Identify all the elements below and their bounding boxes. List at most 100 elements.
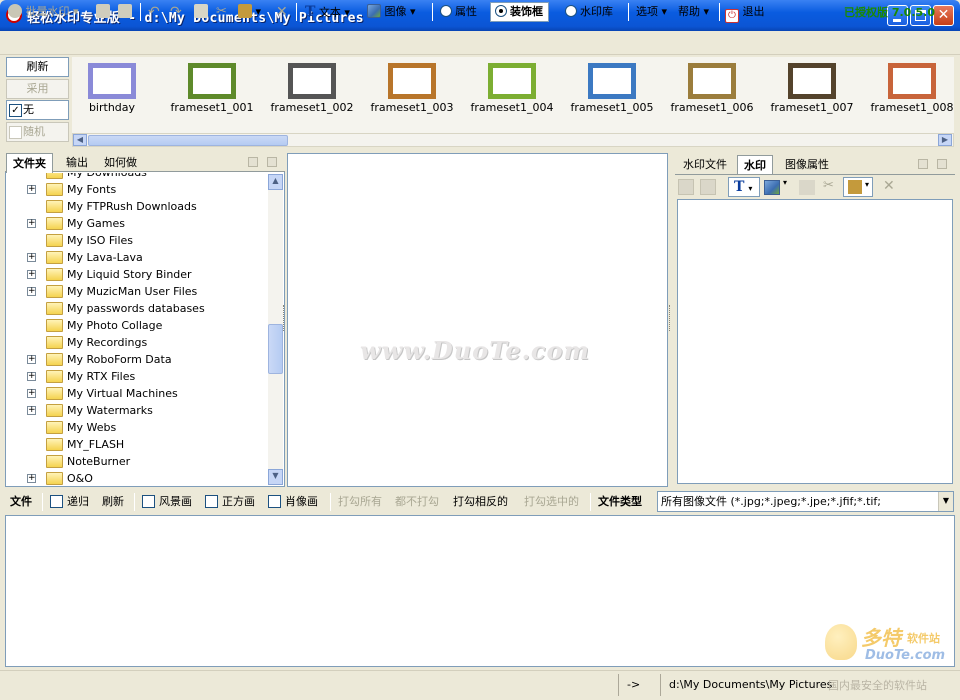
square-checkbox[interactable]: 正方画 bbox=[205, 493, 255, 511]
splitter-grip[interactable] bbox=[283, 305, 286, 331]
expand-icon[interactable]: + bbox=[27, 287, 36, 296]
chevron-down-icon[interactable]: ▾ bbox=[783, 178, 787, 187]
portrait-checkbox[interactable]: 肖像画 bbox=[268, 493, 318, 511]
tree-item[interactable]: My Photo Collage bbox=[6, 317, 268, 334]
watermark-lib-radio[interactable]: 水印库 bbox=[565, 3, 613, 21]
save-button[interactable] bbox=[96, 3, 110, 21]
pin-icon[interactable] bbox=[248, 157, 258, 167]
expand-icon[interactable]: + bbox=[27, 253, 36, 262]
apply-frame-button[interactable]: 采用 bbox=[6, 79, 69, 99]
print-button[interactable] bbox=[118, 3, 132, 21]
expand-icon[interactable]: + bbox=[27, 219, 36, 228]
close-pane-icon[interactable] bbox=[267, 157, 277, 167]
pin-icon[interactable] bbox=[918, 159, 928, 169]
properties-radio[interactable]: 属性 bbox=[440, 3, 477, 21]
invert-check-button[interactable]: 打勾相反的 bbox=[453, 493, 508, 511]
frame-thumbnail[interactable]: frameset1_005 bbox=[564, 57, 660, 133]
scissors-icon[interactable]: ✂ bbox=[823, 178, 834, 193]
batch-watermark-button[interactable]: 批量水印 ▾ bbox=[8, 3, 79, 21]
tree-item[interactable]: + My Watermarks bbox=[6, 402, 268, 419]
close-pane-icon[interactable] bbox=[937, 159, 947, 169]
frame-thumbnail[interactable]: frameset1_001 bbox=[164, 57, 260, 133]
frame-thumbnail[interactable]: frameset1_003 bbox=[364, 57, 460, 133]
tree-item[interactable]: + My Fonts bbox=[6, 181, 268, 198]
recurse-checkbox[interactable]: 递归 bbox=[50, 493, 89, 511]
tree-item[interactable]: + My RoboForm Data bbox=[6, 351, 268, 368]
paste-watermark-button[interactable]: ▾ bbox=[843, 177, 873, 197]
options-menu[interactable]: 选项 ▾ bbox=[636, 3, 667, 21]
refresh-gallery-button[interactable]: 刷新 bbox=[6, 57, 69, 77]
exit-button[interactable]: ⏻ 退出 bbox=[725, 3, 765, 23]
refresh-files-button[interactable]: 刷新 bbox=[102, 493, 124, 511]
tree-item[interactable]: MY_FLASH bbox=[6, 436, 268, 453]
tree-item[interactable]: My ISO Files bbox=[6, 232, 268, 249]
check-selected-button[interactable]: 打勾选中的 bbox=[524, 493, 579, 511]
folder-tree[interactable]: My Downloads + My Fonts My FTPRush Download… bbox=[6, 173, 268, 486]
frame-thumbnail[interactable]: frameset1_007 bbox=[764, 57, 860, 133]
scroll-left-arrow-icon[interactable]: ◀ bbox=[73, 134, 87, 146]
random-checkbox[interactable]: 随机 bbox=[6, 122, 69, 142]
file-list-panel[interactable] bbox=[5, 515, 955, 667]
image-menu-button[interactable]: 图像 ▾ bbox=[367, 3, 416, 21]
frame-thumbnail[interactable]: frameset1_006 bbox=[664, 57, 760, 133]
tree-item[interactable]: + My Liquid Story Binder bbox=[6, 266, 268, 283]
text-menu-button[interactable]: T 文本 ▾ bbox=[305, 3, 350, 21]
undo-button[interactable]: ↶ bbox=[148, 3, 160, 21]
image-preview-panel[interactable] bbox=[287, 153, 668, 487]
tree-item[interactable]: My Webs bbox=[6, 419, 268, 436]
watermark-list[interactable] bbox=[677, 199, 953, 484]
dropdown-arrow-icon[interactable]: ▼ bbox=[938, 492, 953, 511]
decoration-frame-radio[interactable]: 装饰框 bbox=[490, 2, 549, 22]
close-button[interactable]: ✕ bbox=[933, 5, 954, 26]
tree-item[interactable]: NoteBurner bbox=[6, 453, 268, 470]
copy-icon[interactable] bbox=[799, 180, 815, 195]
splitter-grip[interactable] bbox=[669, 305, 672, 331]
tree-item[interactable]: My passwords databases bbox=[6, 300, 268, 317]
tree-scroll-thumb[interactable] bbox=[268, 324, 283, 374]
scroll-right-arrow-icon[interactable]: ▶ bbox=[938, 134, 952, 146]
help-menu[interactable]: 帮助 ▾ bbox=[678, 3, 709, 21]
tree-item[interactable]: + My Virtual Machines bbox=[6, 385, 268, 402]
file-type-select[interactable]: 所有图像文件 (*.jpg;*.jpeg;*.jpe;*.jfif;*.tif; bbox=[657, 491, 954, 512]
landscape-checkbox[interactable]: 风景画 bbox=[142, 493, 192, 511]
delete-icon[interactable]: ✕ bbox=[883, 178, 895, 194]
tree-item[interactable]: My Recordings bbox=[6, 334, 268, 351]
new-watermark-icon[interactable] bbox=[678, 179, 694, 195]
expand-icon[interactable]: + bbox=[27, 474, 36, 483]
tree-item[interactable]: My FTPRush Downloads bbox=[6, 198, 268, 215]
expand-icon[interactable]: + bbox=[27, 185, 36, 194]
add-text-watermark-icon[interactable]: T ▾ bbox=[728, 177, 760, 197]
tab-howto[interactable]: 如何做 bbox=[98, 153, 143, 172]
scroll-down-arrow-icon[interactable]: ▼ bbox=[268, 469, 283, 485]
paste-button[interactable]: ▾ bbox=[238, 3, 261, 21]
expand-icon[interactable]: + bbox=[27, 270, 36, 279]
frame-thumbnail-list[interactable]: birthday frameset1_001 frameset1_002 frames… bbox=[72, 57, 954, 133]
tab-watermark[interactable]: 水印 bbox=[737, 155, 773, 175]
expand-icon[interactable]: + bbox=[27, 372, 36, 381]
tab-output[interactable]: 输出 bbox=[60, 153, 94, 172]
tree-item[interactable]: + My Lava-Lava bbox=[6, 249, 268, 266]
delete-button[interactable]: ✕ bbox=[276, 3, 288, 21]
expand-icon[interactable]: + bbox=[27, 389, 36, 398]
tab-image-properties[interactable]: 图像属性 bbox=[779, 155, 835, 174]
frame-thumbnail[interactable]: frameset1_008 bbox=[864, 57, 960, 133]
gallery-scroll-thumb[interactable] bbox=[88, 135, 288, 146]
expand-icon[interactable]: + bbox=[27, 406, 36, 415]
scroll-up-arrow-icon[interactable]: ▲ bbox=[268, 174, 283, 190]
frame-thumbnail[interactable]: birthday bbox=[64, 57, 160, 133]
expand-icon[interactable]: + bbox=[27, 355, 36, 364]
tree-item[interactable]: + My RTX Files bbox=[6, 368, 268, 385]
tab-folders[interactable]: 文件夹 bbox=[6, 153, 53, 173]
tree-item[interactable]: + O&O bbox=[6, 470, 268, 486]
check-all-button[interactable]: 打勾所有 bbox=[338, 493, 382, 511]
cut-button[interactable]: ✂ bbox=[216, 3, 227, 21]
tab-watermark-files[interactable]: 水印文件 bbox=[677, 155, 733, 174]
add-image-watermark-icon[interactable] bbox=[764, 180, 780, 195]
tree-item[interactable]: My Downloads bbox=[6, 173, 268, 181]
redo-button[interactable]: ↷ bbox=[170, 3, 182, 21]
frame-thumbnail[interactable]: frameset1_002 bbox=[264, 57, 360, 133]
tree-item[interactable]: + My MuzicMan User Files bbox=[6, 283, 268, 300]
frame-thumbnail[interactable]: frameset1_004 bbox=[464, 57, 560, 133]
uncheck-all-button[interactable]: 都不打勾 bbox=[395, 493, 439, 511]
tree-item[interactable]: + My Games bbox=[6, 215, 268, 232]
